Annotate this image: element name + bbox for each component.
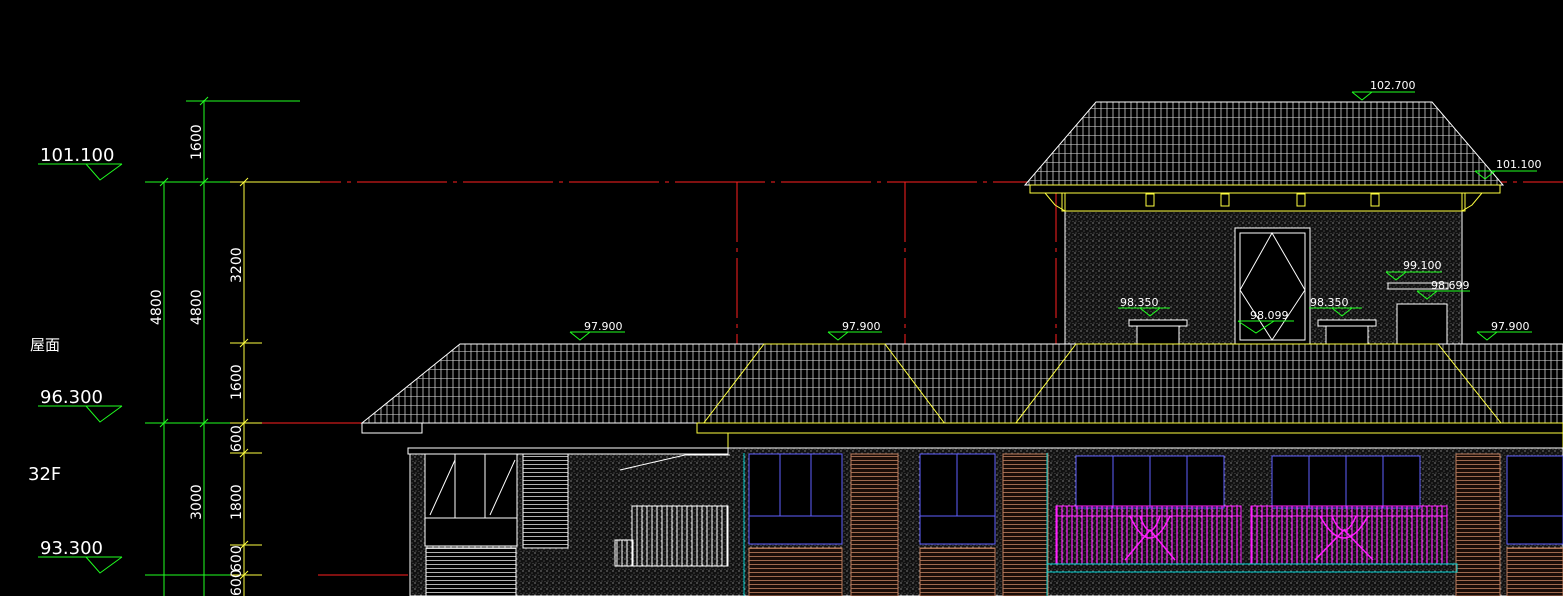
level-marker-93300: 93.300: [38, 538, 123, 574]
dim-3200: 3200: [229, 247, 245, 283]
elev-mark-97900-left: 97.900: [569, 320, 625, 341]
dim-4800-b: 4800: [189, 289, 205, 325]
blue-window-1: [748, 453, 843, 545]
dim-600-a: 600: [229, 425, 245, 452]
level-marker-96300: 96.300: [38, 387, 123, 423]
tower-door: [1234, 227, 1311, 346]
level-marker-101100: 101.100: [38, 145, 123, 181]
level-text-96300: 96.300: [40, 387, 103, 408]
blue-window-5: [1506, 455, 1563, 545]
dim-600-c: 600: [229, 569, 245, 596]
level-text-93300: 93.300: [40, 538, 103, 559]
dim-3000: 3000: [189, 484, 205, 520]
tower-roof: [1023, 101, 1505, 194]
svg-text:102.700: 102.700: [1370, 79, 1416, 92]
svg-text:98.350: 98.350: [1310, 296, 1349, 309]
magenta-railing-2: [1250, 505, 1448, 565]
blue-window-4: [1271, 455, 1421, 509]
svg-text:97.900: 97.900: [842, 320, 881, 333]
dim-4800-a: 4800: [149, 289, 165, 325]
dim-1600-top: 1600: [189, 124, 205, 160]
blue-window-2: [919, 453, 996, 545]
left-window: [424, 453, 518, 547]
elev-mark-97900-mid: 97.900: [827, 320, 882, 341]
svg-text:97.900: 97.900: [1491, 320, 1530, 333]
blue-window-3: [1075, 455, 1225, 509]
svg-text:98.099: 98.099: [1250, 309, 1289, 322]
dim-1600-mid: 1600: [229, 364, 245, 400]
svg-text:99.100: 99.100: [1403, 259, 1442, 272]
dim-1800: 1800: [229, 484, 245, 520]
roof-label: 屋面: [30, 336, 60, 354]
svg-text:98.699: 98.699: [1431, 279, 1470, 292]
cad-elevation-drawing: 101.100 96.300 93.300 屋面 32F 1600 4800 4…: [28, 79, 1563, 596]
dimension-chains: [145, 96, 300, 596]
elev-mark-97900-right: 97.900: [1476, 320, 1532, 341]
level-text-101100: 101.100: [40, 145, 114, 166]
dimension-texts: 1600 4800 4800 3200 1600 600 3000 1800 6…: [149, 124, 245, 596]
floor-label: 32F: [28, 464, 61, 485]
main-roof: [360, 343, 1563, 454]
svg-text:97.900: 97.900: [584, 320, 623, 333]
svg-text:101.100: 101.100: [1496, 158, 1542, 171]
elev-mark-102700: 102.700: [1351, 79, 1416, 101]
magenta-railing-1: [1055, 505, 1242, 565]
svg-text:98.350: 98.350: [1120, 296, 1159, 309]
dim-600-b: 600: [229, 545, 245, 572]
